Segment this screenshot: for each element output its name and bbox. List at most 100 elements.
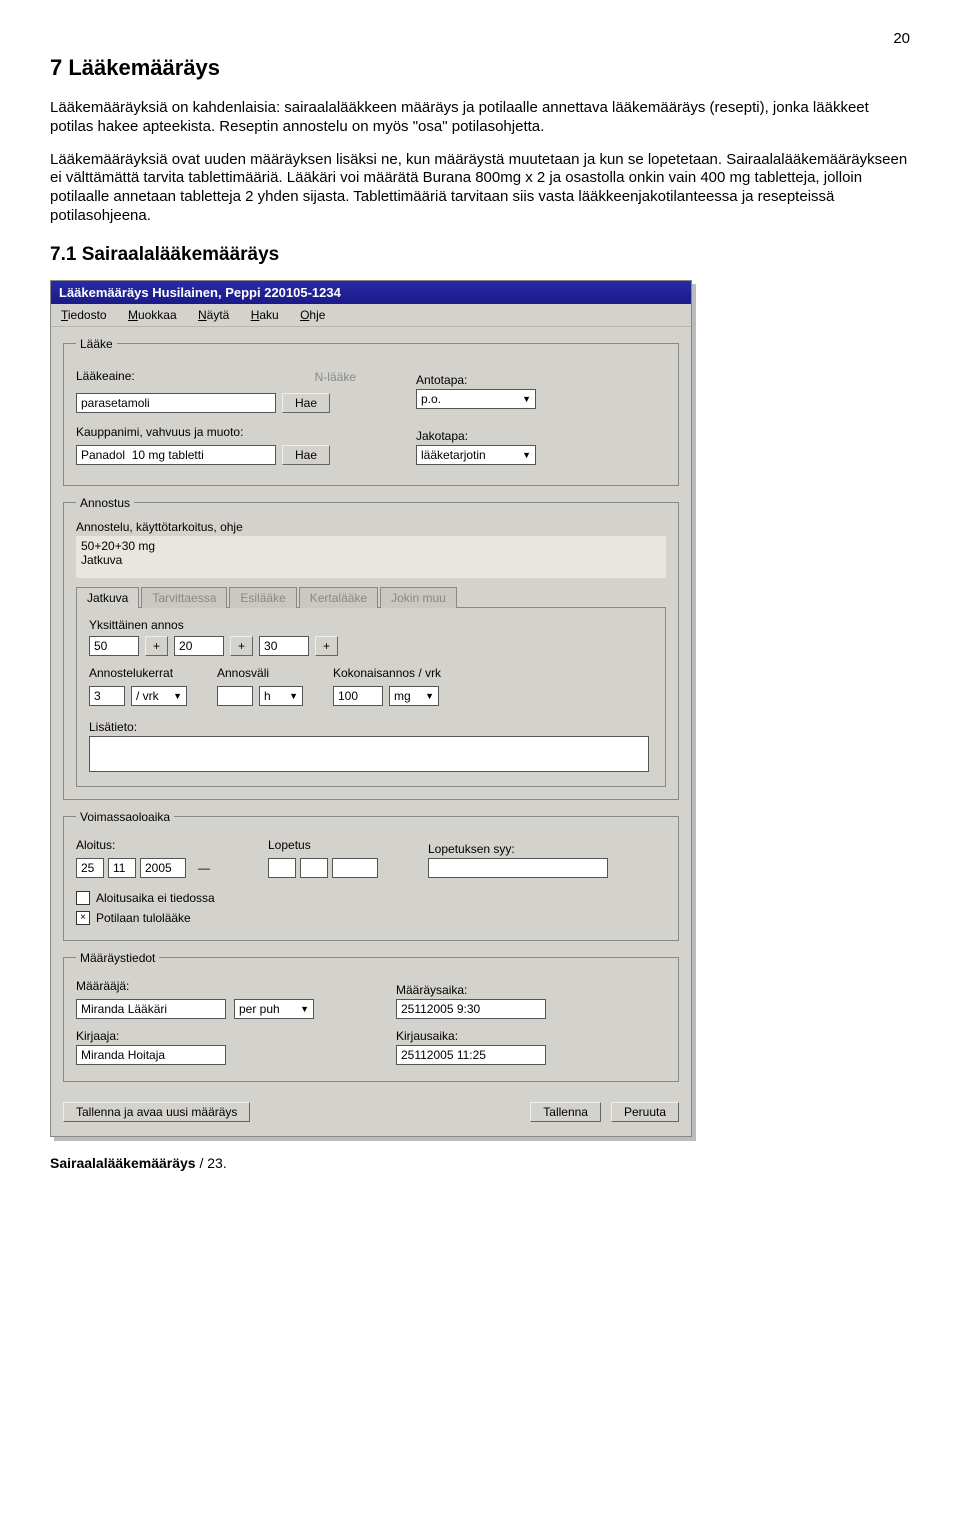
checkbox-tulolaake[interactable]: × Potilaan tulolääke xyxy=(76,911,191,925)
input-lopetussyy[interactable] xyxy=(428,858,608,878)
menu-nayta[interactable]: Näytä xyxy=(198,308,229,322)
textarea-annostelu: 50+20+30 mg Jatkuva xyxy=(76,536,666,578)
button-plus-1[interactable]: + xyxy=(145,636,168,656)
label-kirjaaja: Kirjaaja: xyxy=(76,1029,356,1043)
annostelu-line2: Jatkuva xyxy=(81,553,661,567)
label-annostelukerrat: Annostelukerrat xyxy=(89,666,187,680)
select-antotapa-value: p.o. xyxy=(421,392,441,406)
button-hae-kauppanimi[interactable]: Hae xyxy=(282,445,330,465)
heading-7-1: 7.1 Sairaalalääkemääräys xyxy=(50,244,910,266)
date-separator: — xyxy=(198,861,210,875)
menu-muokkaa[interactable]: Muokkaa xyxy=(128,308,177,322)
legend-voimassa: Voimassaoloaika xyxy=(76,810,174,824)
legend-laake: Lääke xyxy=(76,337,117,351)
select-jakotapa-value: lääketarjotin xyxy=(421,448,486,462)
chevron-down-icon: ▼ xyxy=(522,394,531,404)
legend-maarays: Määräystiedot xyxy=(76,951,159,965)
select-perpuh[interactable]: per puh ▼ xyxy=(234,999,314,1019)
select-vrk-unit[interactable]: / vrk▼ xyxy=(131,686,187,706)
bottombar: Tallenna ja avaa uusi määräys Tallenna P… xyxy=(51,1092,691,1136)
input-laakeaine[interactable] xyxy=(76,393,276,413)
tab-kertalaake[interactable]: Kertalääke xyxy=(299,587,378,608)
button-tallenna[interactable]: Tallenna xyxy=(530,1102,601,1122)
fieldset-laake: Lääke Lääkeaine: N-lääke Hae Antotapa: p… xyxy=(63,337,679,486)
input-aloitus-d[interactable] xyxy=(76,858,104,878)
tabs: Jatkuva Tarvittaessa Esilääke Kertalääke… xyxy=(76,586,666,608)
tab-jatkuva[interactable]: Jatkuva xyxy=(76,587,139,608)
titlebar-text: Lääkemääräys Husilainen, Peppi xyxy=(59,285,264,300)
menubar: Tiedosto Muokkaa Näytä Haku Ohje xyxy=(51,304,691,327)
label-yksittainen: Yksittäinen annos xyxy=(89,618,653,632)
app-window: Lääkemääräys Husilainen, Peppi 220105-12… xyxy=(50,280,692,1137)
tab-esilaake[interactable]: Esilääke xyxy=(229,587,296,608)
heading-7: 7 Lääkemääräys xyxy=(50,55,910,81)
label-annostelu-ohje: Annostelu, käyttötarkoitus, ohje xyxy=(76,520,666,534)
checkbox-label-tulolaake: Potilaan tulolääke xyxy=(96,911,191,925)
annostelu-line1: 50+20+30 mg xyxy=(81,539,661,553)
input-lopetus-d[interactable] xyxy=(268,858,296,878)
label-kirjausaika: Kirjausaika: xyxy=(396,1029,546,1043)
button-tallenna-uusi[interactable]: Tallenna ja avaa uusi määräys xyxy=(63,1102,250,1122)
input-maaraaja xyxy=(76,999,226,1019)
chevron-down-icon: ▼ xyxy=(522,450,531,460)
fieldset-annostus: Annostus Annostelu, käyttötarkoitus, ohj… xyxy=(63,496,679,800)
label-nlaake: N-lääke xyxy=(315,370,356,384)
label-jakotapa: Jakotapa: xyxy=(416,429,566,443)
page-number: 20 xyxy=(50,30,910,47)
tab-jokinmuu[interactable]: Jokin muu xyxy=(380,587,457,608)
tabpanel-jatkuva: Yksittäinen annos + + + Annostelukerrat … xyxy=(76,608,666,787)
h-unit-value: h xyxy=(264,689,271,703)
checkbox-label-aloitus: Aloitusaika ei tiedossa xyxy=(96,891,215,905)
input-annosvali[interactable] xyxy=(217,686,253,706)
input-annos-1[interactable] xyxy=(89,636,139,656)
label-lisatieto: Lisätieto: xyxy=(89,720,653,734)
legend-annostus: Annostus xyxy=(76,496,134,510)
checkbox-icon xyxy=(76,891,90,905)
input-annos-2[interactable] xyxy=(174,636,224,656)
label-aloitus: Aloitus: xyxy=(76,838,218,852)
input-lopetus-y[interactable] xyxy=(332,858,378,878)
select-antotapa[interactable]: p.o. ▼ xyxy=(416,389,536,409)
chevron-down-icon: ▼ xyxy=(425,691,434,701)
button-plus-3[interactable]: + xyxy=(315,636,338,656)
label-maaraysaika: Määräysaika: xyxy=(396,983,546,997)
input-kauppanimi[interactable] xyxy=(76,445,276,465)
label-laakeaine: Lääkeaine: xyxy=(76,369,135,383)
input-annostelukerrat[interactable] xyxy=(89,686,125,706)
input-kirjaaja xyxy=(76,1045,226,1065)
chevron-down-icon: ▼ xyxy=(173,691,182,701)
input-kirjausaika xyxy=(396,1045,546,1065)
select-h-unit[interactable]: h▼ xyxy=(259,686,303,706)
label-antotapa: Antotapa: xyxy=(416,373,566,387)
menu-ohje[interactable]: Ohje xyxy=(300,308,325,322)
input-maaraysaika xyxy=(396,999,546,1019)
footer-rest: / 23. xyxy=(196,1155,227,1171)
input-aloitus-y[interactable] xyxy=(140,858,186,878)
footer: Sairaalalääkemääräys / 23. xyxy=(50,1155,910,1171)
input-lopetus-m[interactable] xyxy=(300,858,328,878)
paragraph-1: Lääkemääräyksiä on kahdenlaisia: sairaal… xyxy=(50,99,910,137)
menu-haku[interactable]: Haku xyxy=(251,308,279,322)
button-peruuta[interactable]: Peruuta xyxy=(611,1102,679,1122)
select-kokonais-unit[interactable]: mg▼ xyxy=(389,686,439,706)
menu-tiedosto[interactable]: Tiedosto xyxy=(61,308,107,322)
button-hae-laakeaine[interactable]: Hae xyxy=(282,393,330,413)
checkbox-icon-checked: × xyxy=(76,911,90,925)
checkbox-aloitusaika-ei[interactable]: Aloitusaika ei tiedossa xyxy=(76,891,215,905)
titlebar-id: 220105-1234 xyxy=(264,285,341,300)
tab-tarvittaessa[interactable]: Tarvittaessa xyxy=(141,587,227,608)
label-lopetus: Lopetus xyxy=(268,838,378,852)
label-kauppanimi: Kauppanimi, vahvuus ja muoto: xyxy=(76,425,356,439)
button-plus-2[interactable]: + xyxy=(230,636,253,656)
input-aloitus-m[interactable] xyxy=(108,858,136,878)
perpuh-value: per puh xyxy=(239,1002,280,1016)
fieldset-voimassa: Voimassaoloaika Aloitus: — Lopetus xyxy=(63,810,679,941)
footer-bold: Sairaalalääkemääräys xyxy=(50,1155,196,1171)
label-maaraaja: Määrääjä: xyxy=(76,979,356,993)
fieldset-maarays: Määräystiedot Määrääjä: per puh ▼ Määräys… xyxy=(63,951,679,1082)
input-lisatieto[interactable] xyxy=(89,736,649,772)
select-jakotapa[interactable]: lääketarjotin ▼ xyxy=(416,445,536,465)
chevron-down-icon: ▼ xyxy=(300,1004,309,1014)
input-annos-3[interactable] xyxy=(259,636,309,656)
chevron-down-icon: ▼ xyxy=(289,691,298,701)
